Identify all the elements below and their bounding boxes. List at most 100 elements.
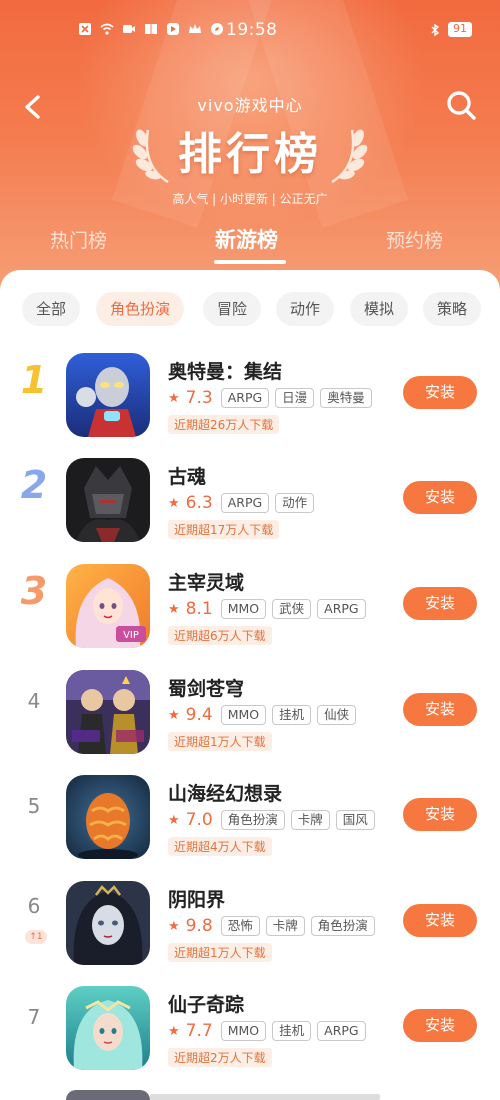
install-button[interactable]: 安装 <box>403 693 477 726</box>
game-name[interactable]: 仙子奇踪 <box>168 990 244 1017</box>
rank-number: 1 <box>20 358 48 402</box>
status-icons <box>78 22 224 36</box>
game-tag: 卡牌 <box>290 810 330 830</box>
star-icon: ★ <box>168 1023 180 1039</box>
dark-knight-icon[interactable] <box>66 458 150 542</box>
star-icon: ★ <box>168 812 180 828</box>
play-icon <box>167 23 179 35</box>
ranking-tabs: 热门榜 新游榜 预约榜 <box>0 224 500 264</box>
game-meta: ★ 8.1 MMO 武侠 ARPG <box>168 599 366 619</box>
video-icon <box>123 25 135 33</box>
game-score: 7.7 <box>185 1021 213 1041</box>
game-tag: 卡牌 <box>265 916 305 936</box>
download-count: 近期超2万人下载 <box>168 1048 272 1067</box>
ultraman-icon[interactable] <box>66 353 150 437</box>
rank-number: 7 <box>27 1005 41 1029</box>
ghost-girl-icon[interactable] <box>66 881 150 965</box>
rank-number: 5 <box>27 794 41 818</box>
category-filters: 全部 角色扮演 冒险 动作 模拟 策略 <box>0 292 500 328</box>
game-name[interactable]: 阴阳界 <box>168 885 225 912</box>
download-count: 近期超17万人下载 <box>168 520 280 539</box>
download-count: 近期超1万人下载 <box>168 943 272 962</box>
game-meta: ★ 7.0 角色扮演 卡牌 国风 <box>168 810 375 830</box>
game-score: 8.1 <box>185 599 213 619</box>
star-icon: ★ <box>168 601 180 617</box>
dragon-egg-icon[interactable] <box>66 775 150 859</box>
list-item[interactable]: 3 VIP 主宰灵域 ★ 8.1 MMO 武侠 ARPG 近期超6万人下载 安装 <box>0 551 500 656</box>
game-name[interactable]: 古魂 <box>168 462 206 489</box>
game-meta: ★ 9.8 恐怖 卡牌 角色扮演 <box>168 916 375 936</box>
game-tag: ARPG <box>220 493 270 513</box>
filter-simulation[interactable]: 模拟 <box>350 292 409 326</box>
list-item[interactable]: 7 仙子奇踪 ★ 7.7 MMO 挂机 ARPG 近期超2万人下载 安装 <box>0 973 500 1078</box>
star-icon: ★ <box>168 918 180 934</box>
page-title: 排行榜 <box>178 129 322 180</box>
filter-all[interactable]: 全部 <box>22 292 81 326</box>
game-tag: 日漫 <box>275 388 315 408</box>
game-tag: MMO <box>220 599 267 619</box>
filter-action[interactable]: 动作 <box>276 292 335 326</box>
page-subtitle: 高人气 | 小时更新 | 公正无广 <box>172 192 328 206</box>
brand-name: vivo游戏中心 <box>197 96 303 115</box>
game-tag: 武侠 <box>272 599 312 619</box>
game-score: 7.3 <box>185 388 213 408</box>
game-name[interactable]: 山海经幻想录 <box>168 779 282 806</box>
install-button[interactable]: 安装 <box>403 1009 477 1042</box>
filter-strategy[interactable]: 策略 <box>423 292 482 326</box>
game-score: 9.8 <box>185 916 213 936</box>
tab-new-games[interactable]: 新游榜 <box>215 224 278 254</box>
game-tag: ARPG <box>317 1021 366 1041</box>
warriors-icon[interactable] <box>66 670 150 754</box>
download-count: 近期超1万人下载 <box>168 732 272 751</box>
game-meta: ★ 7.3 ARPG 日漫 奥特曼 <box>168 388 372 408</box>
star-icon: ★ <box>168 707 180 723</box>
download-count: 近期超4万人下载 <box>168 837 272 856</box>
filter-role-playing[interactable]: 角色扮演 <box>96 292 185 326</box>
compass-icon <box>211 23 223 35</box>
list-item[interactable]: 2 古魂 ★ 6.3 ARPG 动作 近期超17万人下载 安装 <box>0 445 500 550</box>
battery-indicator: 91 <box>448 22 472 37</box>
fairy-girl-icon[interactable]: VIP <box>66 564 150 648</box>
game-tag: ARPG <box>220 388 270 408</box>
notification-icon <box>79 23 91 35</box>
install-button[interactable]: 安装 <box>403 587 477 620</box>
rank-change-badge: ↑1 <box>25 930 47 944</box>
rank-number: 2 <box>20 463 48 507</box>
game-tag: 角色扮演 <box>310 916 375 936</box>
list-item[interactable]: 1 奥特曼：集结 ★ 7.3 ARPG 日漫 奥特曼 近期超26万人下载 安装 <box>0 340 500 445</box>
game-tag: 仙侠 <box>317 705 357 725</box>
star-icon: ★ <box>168 495 180 511</box>
game-tag: MMO <box>220 1021 267 1041</box>
tab-reservation[interactable]: 预约榜 <box>386 226 443 253</box>
game-tag: 动作 <box>275 493 315 513</box>
game-tag: ARPG <box>317 599 366 619</box>
game-name[interactable]: 主宰灵域 <box>168 568 244 595</box>
game-name[interactable]: 蜀剑苍穹 <box>168 674 244 701</box>
elf-girl-icon[interactable] <box>66 986 150 1070</box>
install-button[interactable]: 安装 <box>403 904 477 937</box>
filter-adventure[interactable]: 冒险 <box>203 292 262 326</box>
status-bar: 19:58 91 <box>0 14 500 46</box>
tab-hot[interactable]: 热门榜 <box>50 226 107 253</box>
book-icon <box>145 24 157 34</box>
game-tag: 挂机 <box>272 705 312 725</box>
install-button[interactable]: 安装 <box>403 376 477 409</box>
next-item-preview <box>150 1094 380 1100</box>
list-item[interactable]: 6 ↑1 阴阳界 ★ 9.8 恐怖 卡牌 角色扮演 近期超1万人下载 安装 <box>0 868 500 973</box>
status-right: 91 <box>428 22 472 37</box>
bluetooth-icon <box>431 23 440 36</box>
list-item[interactable]: 5 山海经幻想录 ★ 7.0 角色扮演 卡牌 国风 近期超4万人下载 安装 <box>0 762 500 867</box>
game-tag: 角色扮演 <box>220 810 285 830</box>
svg-text:VIP: VIP <box>123 630 139 641</box>
rank-number: 4 <box>27 689 41 713</box>
install-button[interactable]: 安装 <box>403 481 477 514</box>
game-tag: 奥特曼 <box>320 388 372 408</box>
install-button[interactable]: 安装 <box>403 798 477 831</box>
download-count: 近期超26万人下载 <box>168 415 280 434</box>
game-name[interactable]: 奥特曼：集结 <box>168 357 282 384</box>
list-item[interactable]: 4 蜀剑苍穹 ★ 9.4 MMO 挂机 仙侠 近期超1万人下载 安装 <box>0 657 500 762</box>
status-time: 19:58 <box>226 20 278 40</box>
game-meta: ★ 6.3 ARPG 动作 <box>168 493 315 513</box>
next-item-icon <box>66 1090 150 1100</box>
game-tag: MMO <box>220 705 267 725</box>
